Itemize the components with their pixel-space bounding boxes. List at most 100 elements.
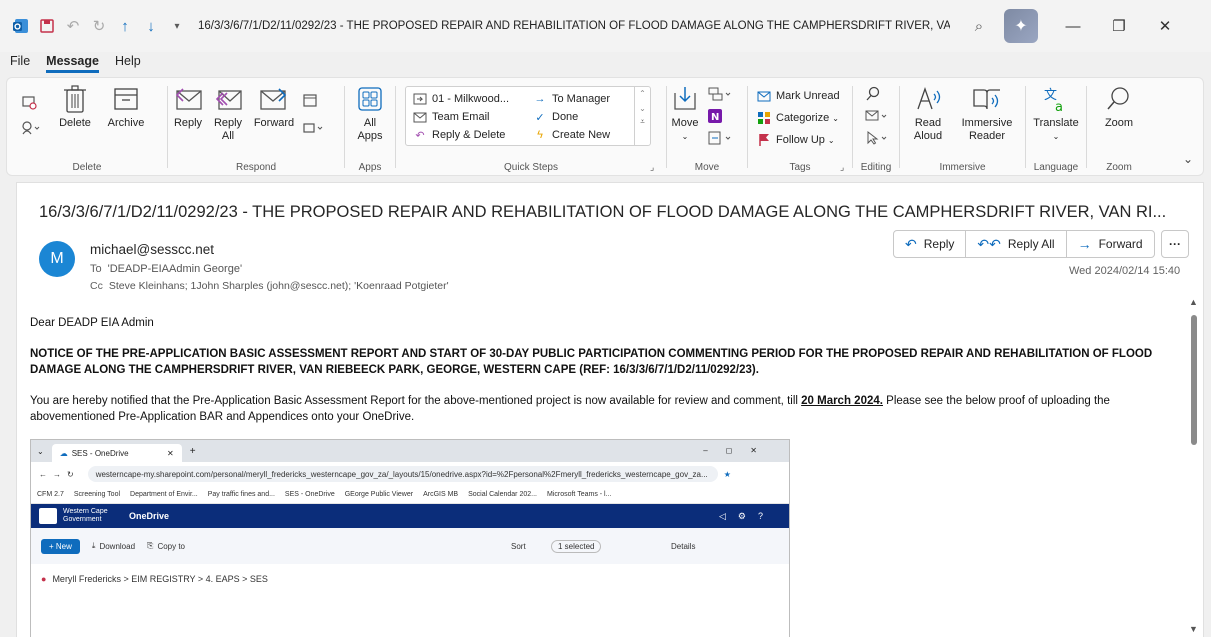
previous-item-icon[interactable]: ↑ (112, 13, 138, 39)
quick-step-to-manager[interactable]: → To Manager (532, 91, 611, 107)
copilot-icon[interactable]: ✦ (1004, 9, 1038, 43)
meeting-reply-icon[interactable] (302, 92, 318, 108)
quick-step-team-email[interactable]: Team Email (412, 109, 489, 125)
quick-step-label: Done (552, 111, 579, 123)
related-icon[interactable] (865, 108, 889, 124)
read-aloud-label-1: Read (914, 117, 942, 129)
select-icon[interactable] (865, 130, 889, 146)
follow-up-label: Follow Up (776, 134, 825, 146)
cc-recipients[interactable]: Steve Kleinhans; 1John Sharples (john@se… (109, 280, 449, 292)
folder-move-icon (412, 91, 428, 107)
actions-icon[interactable] (707, 130, 733, 146)
bookmark-item: SES - OneDrive (284, 491, 335, 498)
ignore-icon[interactable] (21, 94, 37, 110)
ribbon: Delete Archive Delete Reply Reply All Fo… (6, 77, 1204, 176)
menu-message[interactable]: Message (46, 52, 99, 73)
quick-step-create-new[interactable]: ϟ Create New (532, 127, 610, 143)
menu-file[interactable]: File (10, 52, 30, 68)
more-actions-icon[interactable]: ··· (1161, 230, 1189, 258)
group-apps: All Apps Apps (345, 78, 395, 177)
dropdown-chevron-icon: ⌄ (1052, 132, 1060, 141)
forward-label: Forward (253, 117, 295, 129)
download-label: Download (99, 541, 136, 551)
to-recipients[interactable]: 'DEADP-EIAAdmin George' (108, 263, 242, 275)
save-icon[interactable] (34, 13, 60, 39)
scroll-thumb[interactable] (1191, 315, 1197, 445)
title-bar: ↶ ↻ ↑ ↓ ▾ 16/3/3/6/7/1/D2/11/0292/23 - T… (0, 0, 1211, 52)
vertical-scrollbar[interactable]: ▲ ▼ (1185, 293, 1203, 637)
categorize-button[interactable]: Categorize ⌄ (756, 110, 839, 126)
rules-icon[interactable] (707, 86, 733, 102)
delete-button[interactable]: Delete (51, 84, 99, 130)
rules-icon[interactable] (21, 120, 41, 136)
minimize-button[interactable]: — (1050, 0, 1096, 52)
scroll-down-icon[interactable]: ⌄ (635, 104, 650, 113)
scroll-down-icon[interactable]: ▼ (1189, 624, 1198, 634)
quick-step-done[interactable]: ✓ Done (532, 109, 578, 125)
quick-step-milkwood[interactable]: 01 - Milkwood... (412, 91, 509, 107)
group-immersive: Read Aloud Immersive Reader Immersive (900, 78, 1025, 177)
tab-close-icon: ✕ (167, 448, 174, 458)
dialog-launcher-icon[interactable]: ⌟ (650, 162, 654, 173)
scroll-up-icon[interactable]: ⌃ (635, 89, 650, 98)
close-button[interactable]: ✕ (1142, 0, 1188, 52)
dialog-launcher-icon[interactable]: ⌟ (840, 162, 844, 173)
scroll-up-icon[interactable]: ▲ (1189, 297, 1198, 307)
all-apps-label-1: All (363, 117, 377, 129)
categories-icon (756, 110, 772, 126)
expand-gallery-icon[interactable]: ⩡ (635, 117, 650, 127)
new-tab-icon: + (189, 445, 196, 457)
undo-icon[interactable]: ↶ (60, 13, 86, 39)
quick-steps-scroll[interactable]: ⌃ ⌄ ⩡ (634, 87, 650, 145)
breadcrumb-path: Meryll Fredericks > EIM REGISTRY > 4. EA… (52, 574, 268, 584)
follow-up-button[interactable]: Follow Up ⌄ (756, 132, 835, 148)
quick-step-reply-delete[interactable]: ↶ Reply & Delete (412, 127, 505, 143)
forward-action-label: Forward (1098, 237, 1143, 251)
quick-step-label: 01 - Milkwood... (432, 93, 510, 105)
reply-all-button[interactable]: Reply All (208, 84, 248, 143)
zoom-button[interactable]: Zoom (1097, 84, 1141, 130)
search-icon[interactable]: ⌕ (966, 13, 992, 39)
forward-icon: → (1077, 236, 1092, 252)
reply-all-action-button[interactable]: ↶↶ Reply All (966, 231, 1067, 257)
translate-button[interactable]: 文a Translate ⌄ (1032, 84, 1080, 143)
immersive-reader-button[interactable]: Immersive Reader (958, 84, 1016, 143)
ribbon-collapse-icon[interactable]: ⌄ (1183, 152, 1193, 166)
group-respond: Reply Reply All Forward Respond (168, 78, 344, 177)
sort-label: Sort (511, 541, 526, 551)
redo-icon[interactable]: ↻ (86, 13, 112, 39)
email-subject: 16/3/3/6/7/1/D2/11/0292/23 - THE PROPOSE… (39, 203, 1167, 221)
menu-help[interactable]: Help (115, 52, 141, 68)
next-item-icon[interactable]: ↓ (138, 13, 164, 39)
reply-button[interactable]: Reply (168, 84, 208, 130)
notification-paragraph: You are hereby notified that the Pre-App… (30, 393, 1175, 425)
reply-icon (173, 84, 203, 114)
forward-action-button[interactable]: → Forward (1067, 231, 1154, 257)
more-respond-icon[interactable] (302, 120, 326, 136)
all-apps-button[interactable]: All Apps (350, 84, 390, 143)
browser-tab: ☁ SES - OneDrive ✕ (51, 444, 182, 462)
avatar[interactable]: M (39, 241, 75, 277)
find-icon[interactable] (865, 86, 881, 102)
mark-unread-button[interactable]: Mark Unread (756, 88, 840, 104)
envelope-icon (412, 109, 428, 125)
read-aloud-button[interactable]: Read Aloud (910, 84, 946, 143)
customize-toolbar-icon[interactable]: ▾ (164, 13, 190, 39)
immersive-reader-label-2: Reader (968, 130, 1006, 142)
forward-button[interactable]: Forward (250, 84, 298, 130)
browser-bookmarks-bar: CFM 2.7 Screening Tool Department of Env… (31, 486, 789, 504)
delete-label: Delete (59, 117, 91, 129)
quick-step-label: Create New (552, 129, 611, 141)
tab-menu-icon: ⌄ (37, 446, 44, 456)
reading-pane: 16/3/3/6/7/1/D2/11/0292/23 - THE PROPOSE… (16, 182, 1204, 637)
move-button[interactable]: Move ⌄ (667, 84, 703, 143)
bookmark-item: CFM 2.7 (37, 491, 64, 498)
browser-tab-strip: ⌄ ☁ SES - OneDrive ✕ + –◻✕ (31, 440, 789, 462)
archive-button[interactable]: Archive (101, 84, 151, 130)
details-label: Details (671, 541, 696, 551)
restore-button[interactable]: ❐ (1096, 0, 1142, 52)
browser-url: westerncape-my.sharepoint.com/personal/m… (87, 466, 718, 482)
onenote-icon[interactable]: N (707, 108, 723, 124)
reply-action-button[interactable]: ↶ Reply (894, 231, 967, 257)
sender-address[interactable]: michael@sesscc.net (90, 242, 214, 257)
